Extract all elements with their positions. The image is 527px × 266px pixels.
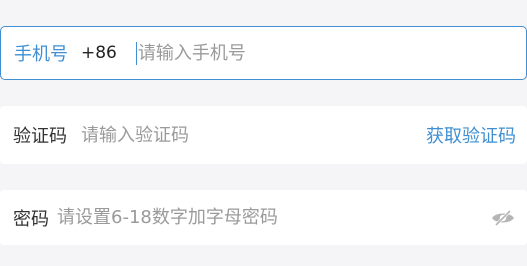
password-field[interactable]: 密码 [0, 190, 527, 245]
eye-slash-icon-svg [492, 209, 514, 226]
get-code-button[interactable]: 获取验证码 [426, 122, 516, 148]
code-field[interactable]: 验证码 获取验证码 [0, 106, 527, 164]
text-caret [135, 41, 137, 65]
code-input[interactable] [81, 124, 426, 146]
password-label: 密码 [13, 208, 49, 230]
phone-field[interactable]: 手机号 +86 [0, 26, 527, 80]
password-input[interactable] [57, 207, 491, 228]
phone-input[interactable] [137, 42, 526, 64]
eye-slash-icon[interactable] [491, 209, 515, 226]
code-label: 验证码 [13, 126, 67, 147]
country-code[interactable]: +86 [81, 43, 117, 63]
phone-label: 手机号 [14, 44, 68, 65]
